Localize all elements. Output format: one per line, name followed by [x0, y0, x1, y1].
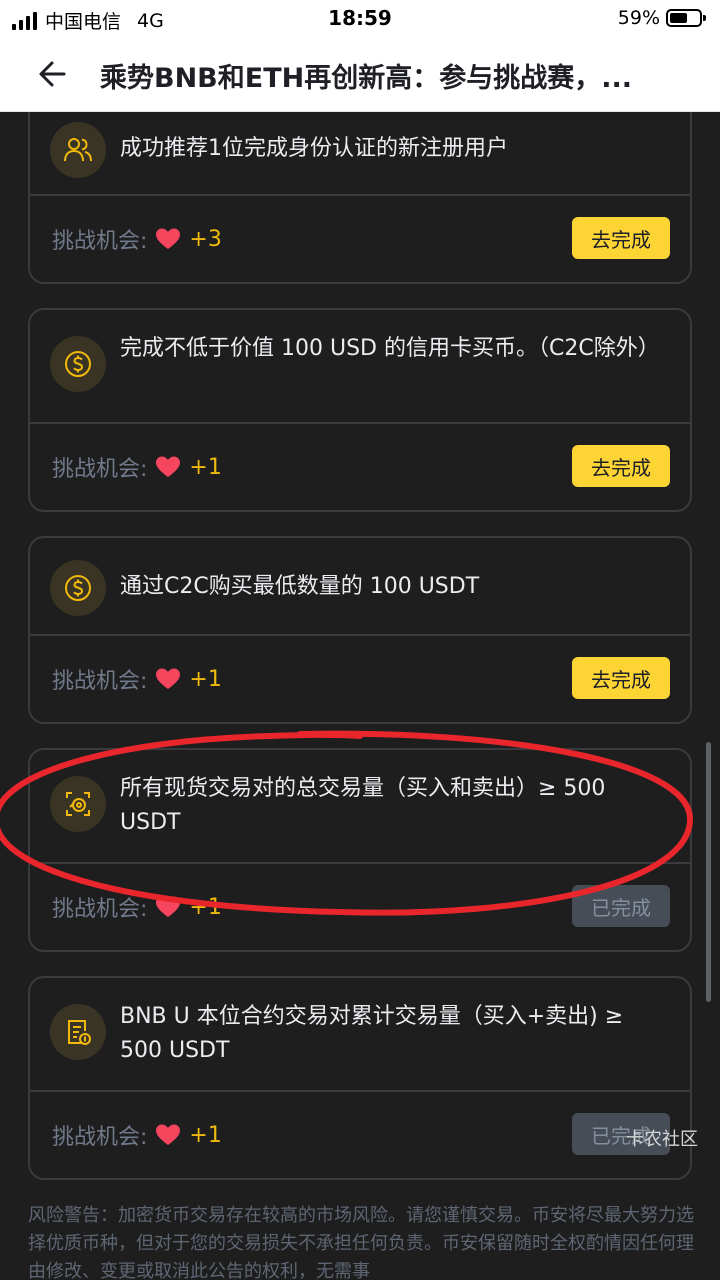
chance-label: 挑战机会:: [52, 1125, 148, 1150]
watermark: 卡农社区: [626, 1129, 698, 1150]
task-card-header: 成功推荐1位完成身份认证的新注册用户: [30, 112, 690, 196]
task-card-footer: 挑战机会: +3 去完成: [30, 196, 690, 282]
task-description: 成功推荐1位完成身份认证的新注册用户: [120, 136, 508, 161]
heart-icon: [156, 456, 181, 477]
heart-icon: [156, 1124, 181, 1145]
task-card: 通过C2C购买最低数量的 100 USDT 挑战机会: +1 去完成: [28, 536, 692, 724]
status-right: 59%: [617, 7, 706, 29]
spot-trade-icon: [50, 776, 106, 832]
task-card-footer: 挑战机会: +1 已完成: [30, 864, 690, 950]
challenge-chance: 挑战机会: +1: [52, 451, 222, 483]
chance-value: +3: [189, 226, 222, 252]
chance-value: +1: [189, 894, 222, 920]
task-description: BNB U 本位合约交易对累计交易量（买入+卖出) ≥ 500 USDT: [120, 1004, 624, 1063]
dollar-coin-icon: [50, 560, 106, 616]
heart-icon: [156, 228, 181, 249]
task-card-header: 通过C2C购买最低数量的 100 USDT: [30, 538, 690, 636]
chance-label: 挑战机会:: [52, 669, 148, 694]
go-complete-button[interactable]: 去完成: [572, 657, 670, 699]
dollar-coin-icon: [50, 336, 106, 392]
scrollbar[interactable]: [706, 742, 711, 1002]
task-card: BNB U 本位合约交易对累计交易量（买入+卖出) ≥ 500 USDT 挑战机…: [28, 976, 692, 1180]
task-description: 完成不低于价值 100 USD 的信用卡买币。（C2C除外）: [120, 336, 660, 361]
task-list: 成功推荐1位完成身份认证的新注册用户 挑战机会: +3 去完成 完成不低于价值 …: [0, 112, 720, 1280]
task-card-header: BNB U 本位合约交易对累计交易量（买入+卖出) ≥ 500 USDT: [30, 978, 690, 1092]
task-card: 成功推荐1位完成身份认证的新注册用户 挑战机会: +3 去完成: [28, 112, 692, 284]
challenge-chance: 挑战机会: +3: [52, 223, 222, 255]
task-description: 所有现货交易对的总交易量（买入和卖出）≥ 500 USDT: [120, 776, 606, 835]
task-card: 完成不低于价值 100 USD 的信用卡买币。（C2C除外） 挑战机会: +1 …: [28, 308, 692, 512]
heart-icon: [156, 896, 181, 917]
back-button[interactable]: [34, 54, 74, 94]
arrow-left-icon: [39, 61, 66, 87]
chance-value: +1: [189, 454, 222, 480]
chance-label: 挑战机会:: [52, 897, 148, 922]
task-card: 所有现货交易对的总交易量（买入和卖出）≥ 500 USDT 挑战机会: +1 已…: [28, 748, 692, 952]
task-description: 通过C2C购买最低数量的 100 USDT: [120, 574, 480, 599]
challenge-chance: 挑战机会: +1: [52, 891, 222, 923]
nav-bar: 乘势BNB和ETH再创新高：参与挑战赛，...: [0, 36, 720, 112]
task-card-header: 完成不低于价值 100 USD 的信用卡买币。（C2C除外）: [30, 310, 690, 424]
challenge-chance: 挑战机会: +1: [52, 663, 222, 695]
page-title: 乘势BNB和ETH再创新高：参与挑战赛，...: [100, 63, 632, 94]
status-time: 18:59: [328, 6, 392, 30]
task-card-header: 所有现货交易对的总交易量（买入和卖出）≥ 500 USDT: [30, 750, 690, 864]
go-complete-button[interactable]: 去完成: [572, 445, 670, 487]
users-icon: [50, 122, 106, 178]
chance-label: 挑战机会:: [52, 229, 148, 254]
challenge-chance: 挑战机会: +1: [52, 1119, 222, 1151]
futures-document-icon: [50, 1004, 106, 1060]
heart-icon: [156, 668, 181, 689]
task-card-footer: 挑战机会: +1 去完成: [30, 636, 690, 722]
battery-icon: [666, 9, 706, 27]
battery-percent: 59%: [617, 7, 660, 29]
completed-button[interactable]: 已完成: [572, 885, 670, 927]
task-card-footer: 挑战机会: +1 已完成: [30, 1092, 690, 1178]
go-complete-button[interactable]: 去完成: [572, 217, 670, 259]
risk-warning: 风险警告：加密货币交易存在较高的市场风险。请您谨慎交易。币安将尽最大努力选择优质…: [28, 1205, 694, 1280]
chance-label: 挑战机会:: [52, 457, 148, 482]
task-card-footer: 挑战机会: +1 去完成: [30, 424, 690, 510]
chance-value: +1: [189, 666, 222, 692]
status-bar: 中国电信 4G 18:59 59%: [0, 0, 720, 36]
chance-value: +1: [189, 1122, 222, 1148]
